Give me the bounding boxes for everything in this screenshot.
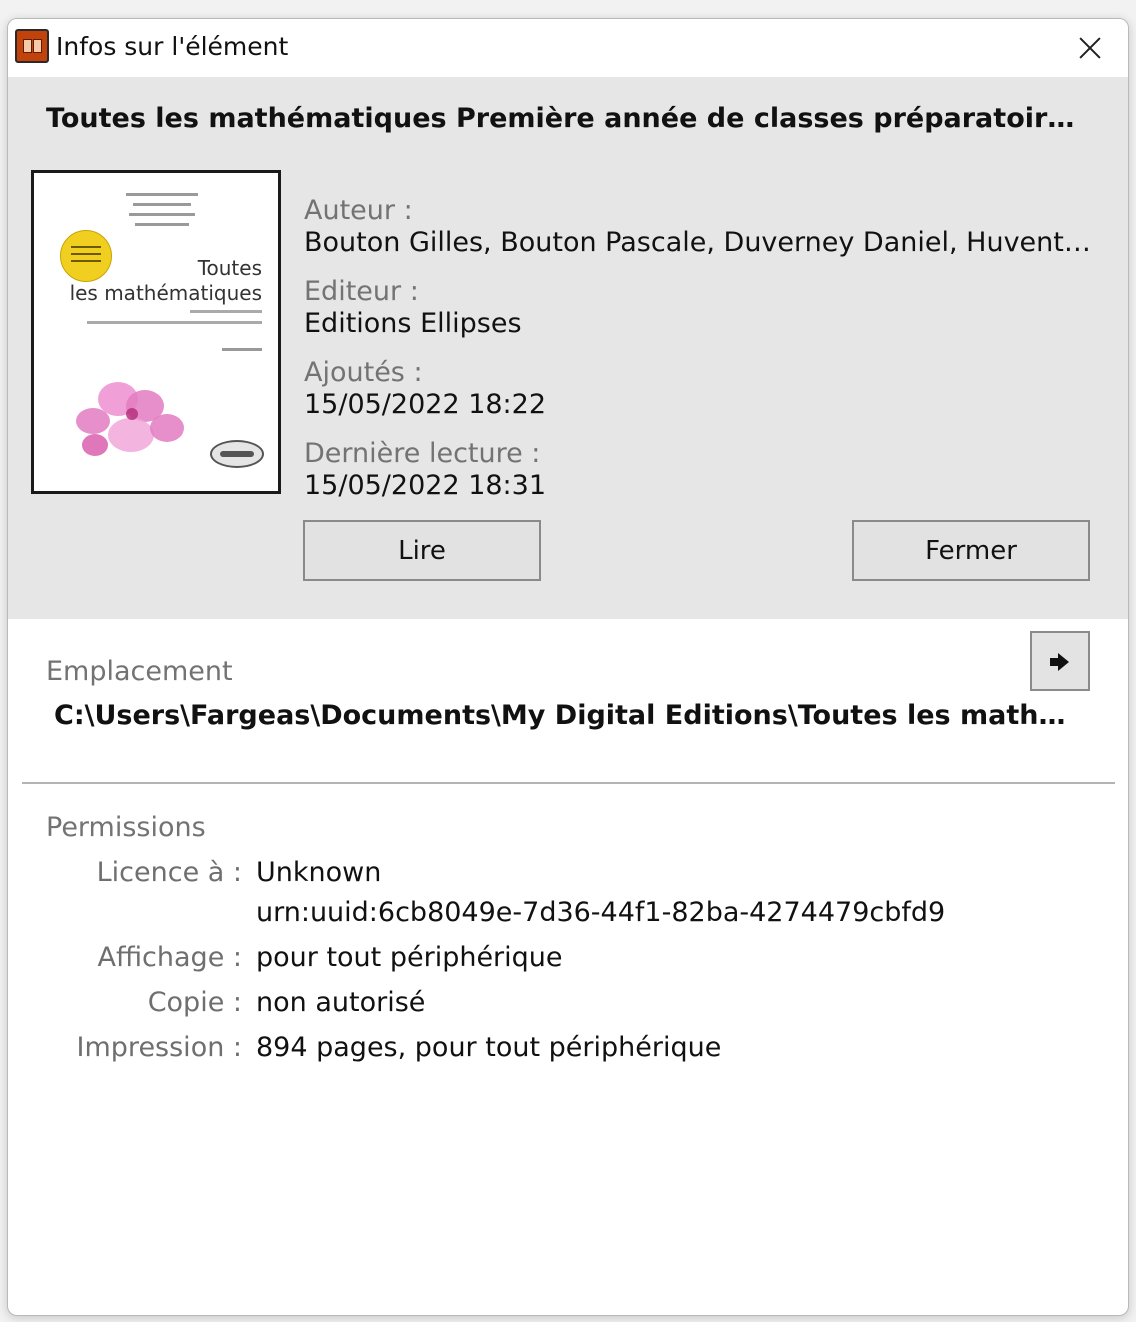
digital-editions-icon <box>15 29 49 63</box>
display-value: pour tout périphérique <box>256 942 563 973</box>
permission-row-print: Impression : 894 pages, pour tout périph… <box>8 1032 1128 1072</box>
publisher-label: Editeur : <box>304 276 419 307</box>
cover-orchid-image <box>68 368 193 463</box>
copy-label: Copie : <box>147 987 242 1018</box>
cover-subtitle-line <box>87 321 262 324</box>
added-value: 15/05/2022 18:22 <box>304 389 547 420</box>
author-label: Auteur : <box>304 195 413 226</box>
cover-edition-line <box>222 348 262 351</box>
show-in-folder-button[interactable] <box>1030 631 1090 691</box>
cover-badge <box>60 230 112 282</box>
permission-row-license: Licence à : Unknown <box>8 857 1128 897</box>
close-button[interactable]: Fermer <box>852 520 1090 581</box>
license-value: Unknown <box>256 857 382 888</box>
permission-row-copy: Copie : non autorisé <box>8 987 1128 1027</box>
book-cover-image: Toutes les mathématiques <box>31 170 281 494</box>
copy-value: non autorisé <box>256 987 426 1018</box>
permission-row-license-urn: urn:uuid:6cb8049e-7d36-44f1-82ba-4274479… <box>8 897 1128 937</box>
arrow-right-icon <box>1050 653 1070 671</box>
last-read-label: Dernière lecture : <box>304 438 541 469</box>
last-read-value: 15/05/2022 18:31 <box>304 470 547 501</box>
window-title: Infos sur l'élément <box>56 32 289 61</box>
book-title: Toutes les mathématiques Première année … <box>46 103 1086 134</box>
permissions-title: Permissions <box>46 812 206 843</box>
publisher-value: Editions Ellipses <box>304 308 522 339</box>
license-label: Licence à : <box>96 857 242 888</box>
cover-title-line2: les mathématiques <box>69 281 262 305</box>
book-summary-panel: Toutes les mathématiques Première année … <box>8 77 1128 619</box>
print-label: Impression : <box>76 1032 242 1063</box>
location-label: Emplacement <box>46 656 233 687</box>
license-urn: urn:uuid:6cb8049e-7d36-44f1-82ba-4274479… <box>256 897 946 928</box>
added-label: Ajoutés : <box>304 357 423 388</box>
cover-subtitle-line <box>190 310 262 313</box>
read-button[interactable]: Lire <box>303 520 541 581</box>
author-value: Bouton Gilles, Bouton Pascale, Duverney … <box>304 227 1094 258</box>
close-icon[interactable] <box>1072 30 1108 66</box>
publisher-logo <box>210 440 264 468</box>
display-label: Affichage : <box>97 942 242 973</box>
permission-row-display: Affichage : pour tout périphérique <box>8 942 1128 982</box>
book-metadata: Auteur : Bouton Gilles, Bouton Pascale, … <box>304 195 1094 519</box>
cover-title-line1: Toutes <box>197 256 262 280</box>
file-path: C:\Users\Fargeas\Documents\My Digital Ed… <box>54 700 1082 731</box>
section-divider <box>22 782 1115 784</box>
title-bar[interactable]: Infos sur l'élément <box>8 19 1128 77</box>
item-info-dialog: Infos sur l'élément Toutes les mathémati… <box>7 18 1129 1316</box>
print-value: 894 pages, pour tout périphérique <box>256 1032 722 1063</box>
cover-authors <box>104 193 219 233</box>
